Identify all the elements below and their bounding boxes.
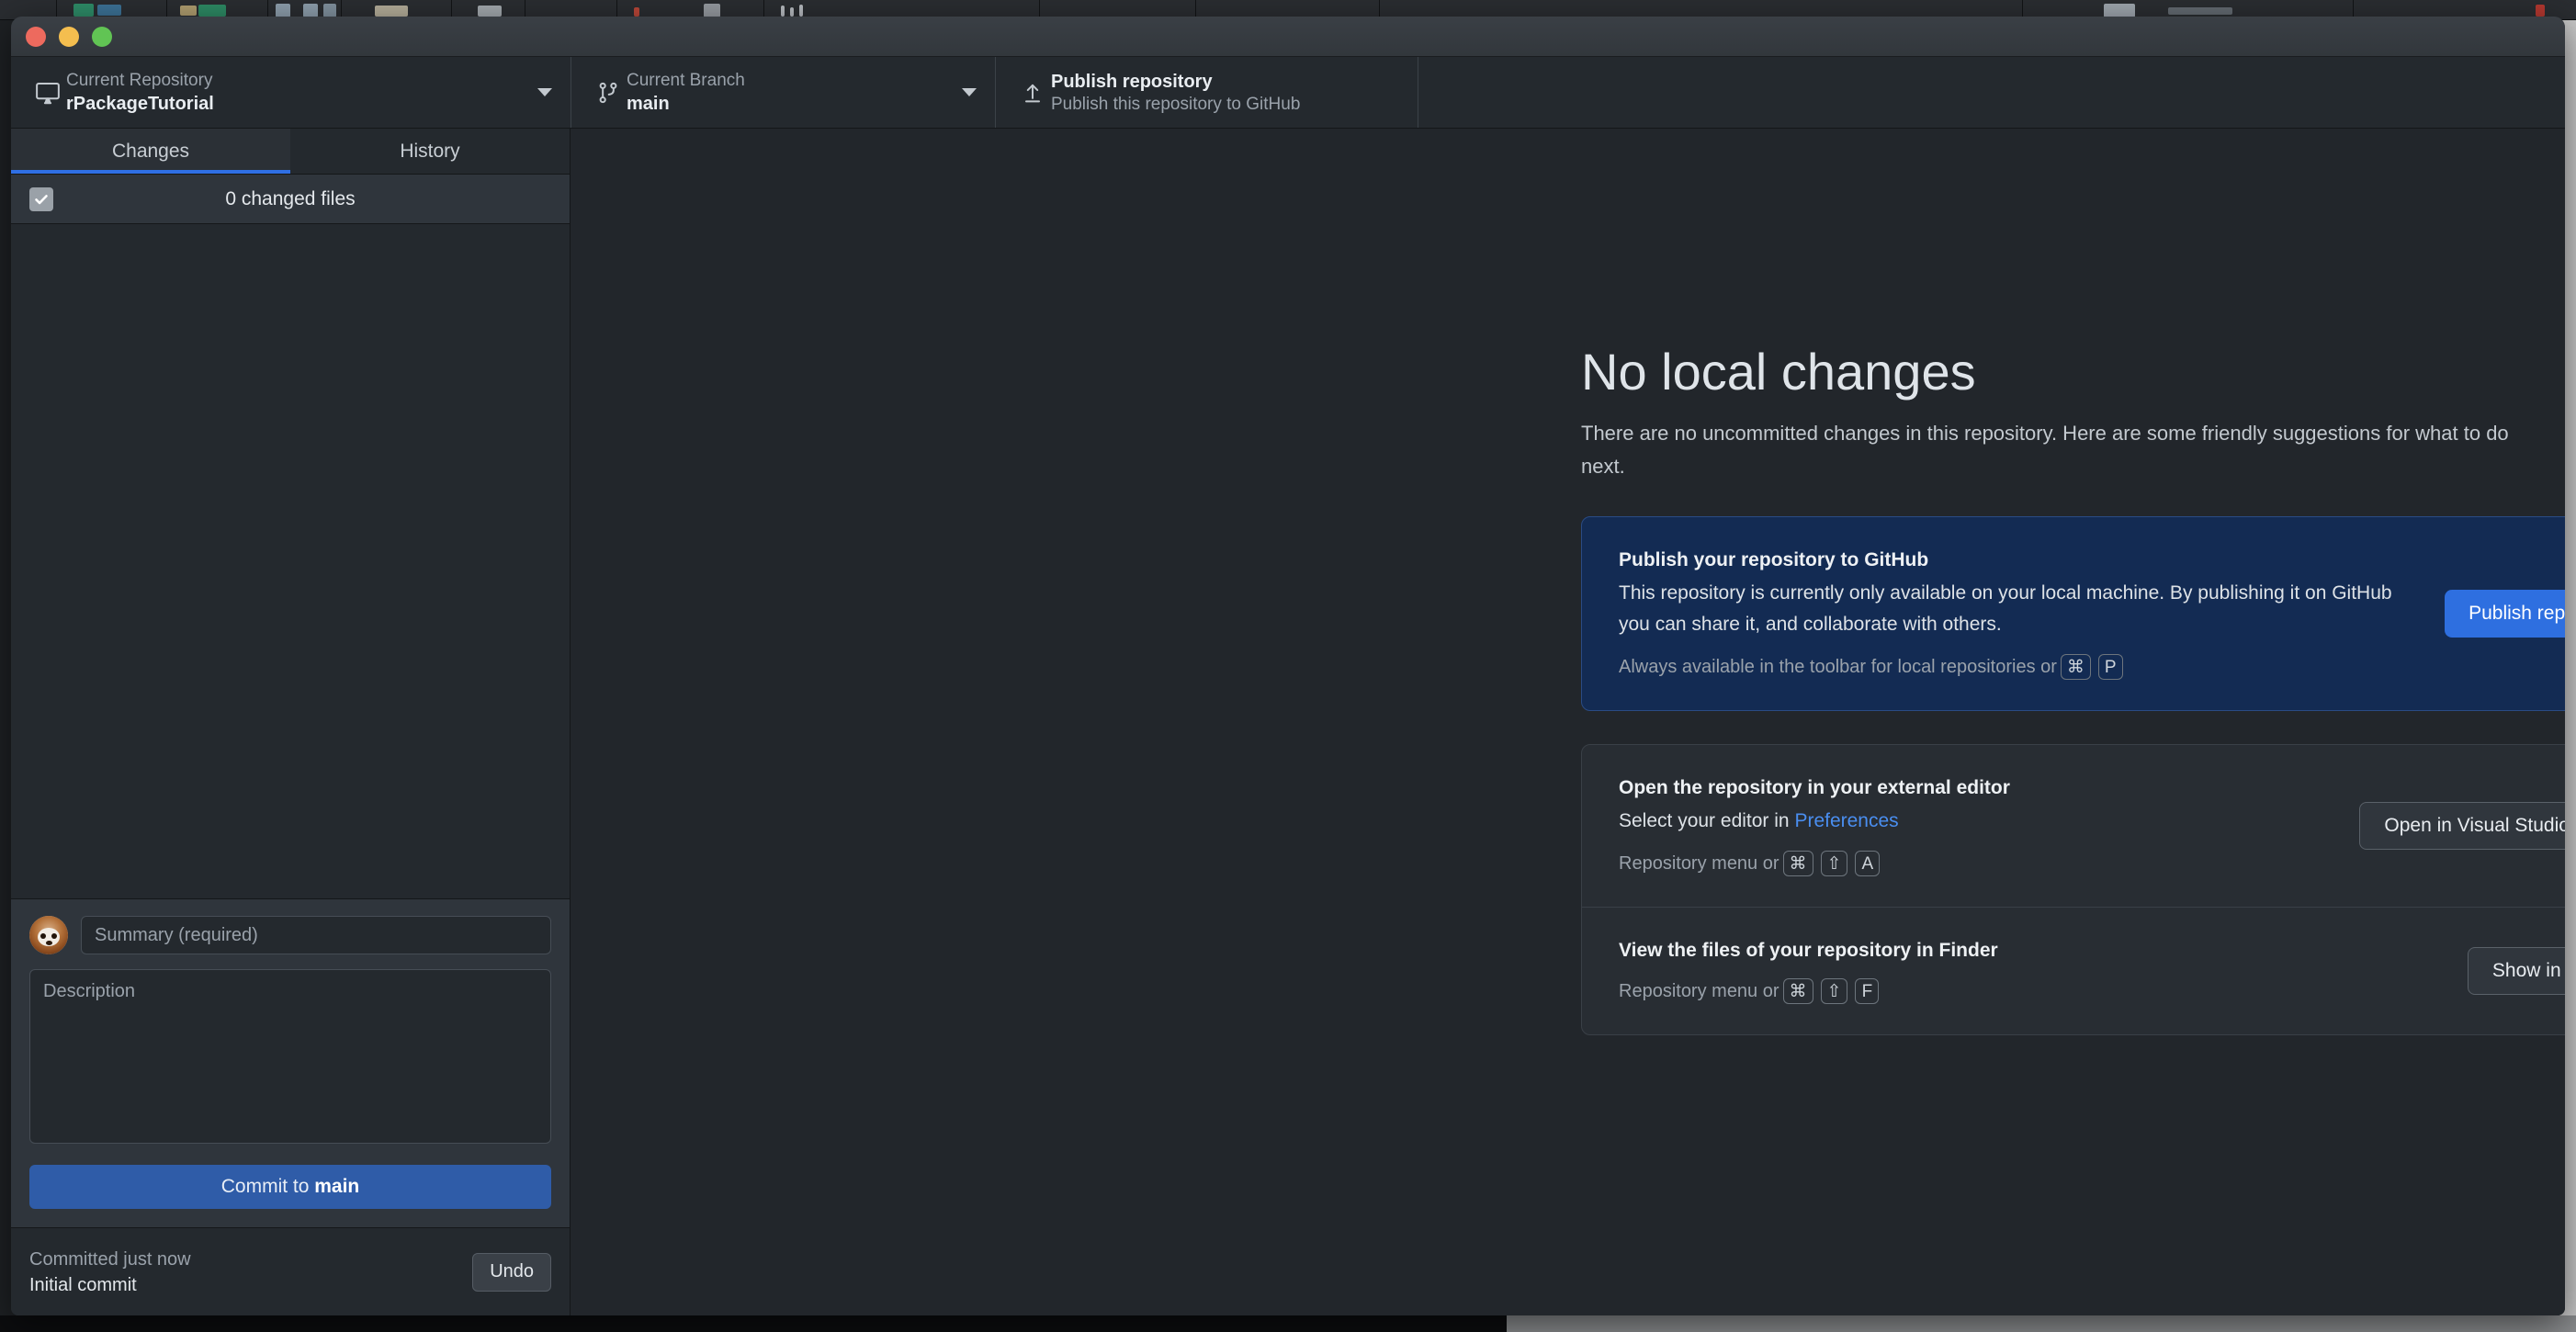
external-editor-description: Select your editor in Preferences — [1619, 806, 2332, 837]
app-body: Changes History 0 changed files Summary … — [11, 129, 2565, 1315]
commit-button-prefix: Commit to — [220, 1176, 315, 1197]
commit-summary-row — [29, 916, 551, 954]
publish-repository-card: Publish your repository to GitHub This r… — [1581, 516, 2565, 711]
publish-repository-toolbar-button[interactable]: Publish repository Publish this reposito… — [996, 57, 1418, 128]
background-bottom-light-strip — [1507, 1315, 2576, 1332]
undo-commit-bar: Committed just now Initial commit Undo — [11, 1227, 570, 1315]
suggestions-card: Open the repository in your external edi… — [1581, 744, 2565, 1035]
current-branch-dropdown[interactable]: Current Branch main — [571, 57, 996, 128]
commit-status-text: Committed just now — [29, 1248, 191, 1270]
sidebar-tabs: Changes History — [11, 129, 570, 175]
current-repository-dropdown[interactable]: Current Repository rPackageTutorial — [11, 57, 571, 128]
show-in-finder-title: View the files of your repository in Fin… — [1619, 940, 1998, 961]
show-in-finder-button[interactable]: Show in Finder — [2467, 947, 2565, 995]
command-key-icon: ⌘ — [1782, 978, 1813, 1004]
git-branch-icon — [590, 80, 627, 106]
changed-files-list — [11, 224, 570, 898]
commit-button-branch: main — [314, 1176, 360, 1197]
changes-sidebar: Changes History 0 changed files Summary … — [11, 129, 571, 1315]
current-branch-label: Current Branch — [627, 70, 745, 90]
desktop-monitor-icon — [29, 79, 66, 107]
external-editor-text: Open the repository in your external edi… — [1619, 774, 2359, 877]
publish-card-row: Publish your repository to GitHub This r… — [1582, 517, 2565, 710]
shift-key-icon: ⇧ — [1820, 851, 1848, 876]
publish-repository-button[interactable]: Publish repository — [2445, 590, 2565, 638]
show-in-finder-row: View the files of your repository in Fin… — [1582, 907, 2565, 1034]
publish-card-hint: Always available in the toolbar for loca… — [1619, 653, 2417, 681]
upload-arrow-icon — [1014, 80, 1051, 106]
show-in-finder-hint-text: Repository menu or — [1619, 981, 1779, 1001]
close-button[interactable] — [26, 26, 46, 47]
commit-form: Commit to main — [11, 898, 570, 1227]
preferences-link[interactable]: Preferences — [1794, 810, 1898, 831]
background-bottom-strip — [0, 1315, 1507, 1332]
last-commit-message: Initial commit — [29, 1274, 137, 1295]
minimize-button[interactable] — [59, 26, 79, 47]
page-title: No local changes — [1581, 343, 1976, 401]
publish-repository-subtitle: Publish this repository to GitHub — [1051, 94, 1301, 114]
publish-repository-title: Publish repository — [1051, 71, 1213, 92]
no-changes-panel: No local changes There are no uncommitte… — [1581, 342, 2565, 1035]
current-repository-label: Current Repository — [66, 70, 213, 90]
tab-changes-label: Changes — [111, 140, 190, 162]
tab-history-label: History — [400, 140, 460, 162]
external-editor-description-prefix: Select your editor in — [1619, 810, 1795, 831]
chevron-down-icon — [962, 88, 977, 96]
avatar — [29, 916, 68, 954]
current-branch-value: main — [627, 93, 670, 114]
commit-summary-input[interactable] — [81, 916, 551, 954]
current-repository-value: rPackageTutorial — [66, 93, 214, 114]
external-editor-hint-text: Repository menu or — [1619, 853, 1779, 874]
publish-card-text: Publish your repository to GitHub This r… — [1619, 547, 2445, 681]
show-in-finder-text: View the files of your repository in Fin… — [1619, 937, 2468, 1005]
undo-button[interactable]: Undo — [472, 1252, 551, 1292]
external-editor-title: Open the repository in your external edi… — [1619, 777, 2010, 798]
zoom-button[interactable] — [92, 26, 112, 47]
undo-commit-texts: Committed just now Initial commit — [29, 1247, 458, 1298]
f-key-icon: F — [1855, 978, 1880, 1004]
main-content: No local changes There are no uncommitte… — [571, 129, 2565, 1315]
command-key-icon: ⌘ — [2060, 654, 2091, 680]
github-desktop-window: Current Repository rPackageTutorial Curr… — [11, 17, 2565, 1315]
tab-changes[interactable]: Changes — [11, 129, 290, 174]
chevron-down-icon — [537, 88, 552, 96]
changed-files-header: 0 changed files — [11, 175, 570, 224]
page-description: There are no uncommitted changes in this… — [1581, 422, 2509, 478]
commit-to-branch-button[interactable]: Commit to main — [29, 1165, 551, 1209]
open-in-editor-button[interactable]: Open in Visual Studio Code — [2359, 802, 2565, 850]
shift-key-icon: ⇧ — [1820, 978, 1848, 1004]
window-titlebar — [11, 17, 2565, 57]
show-in-finder-hint: Repository menu or ⌘ ⇧ F — [1619, 977, 2440, 1005]
changed-files-count: 0 changed files — [225, 187, 356, 209]
p-key-icon: P — [2097, 654, 2123, 680]
a-key-icon: A — [1855, 851, 1881, 876]
external-editor-hint: Repository menu or ⌘ ⇧ A — [1619, 850, 2332, 877]
external-editor-row: Open the repository in your external edi… — [1582, 745, 2565, 907]
app-toolbar: Current Repository rPackageTutorial Curr… — [11, 57, 2565, 129]
tab-history[interactable]: History — [290, 129, 570, 174]
commit-description-input[interactable] — [29, 969, 551, 1144]
publish-card-hint-text: Always available in the toolbar for loca… — [1619, 657, 2057, 677]
publish-card-title: Publish your repository to GitHub — [1619, 549, 1929, 570]
publish-card-description: This repository is currently only availa… — [1619, 582, 2392, 635]
command-key-icon: ⌘ — [1782, 851, 1813, 876]
